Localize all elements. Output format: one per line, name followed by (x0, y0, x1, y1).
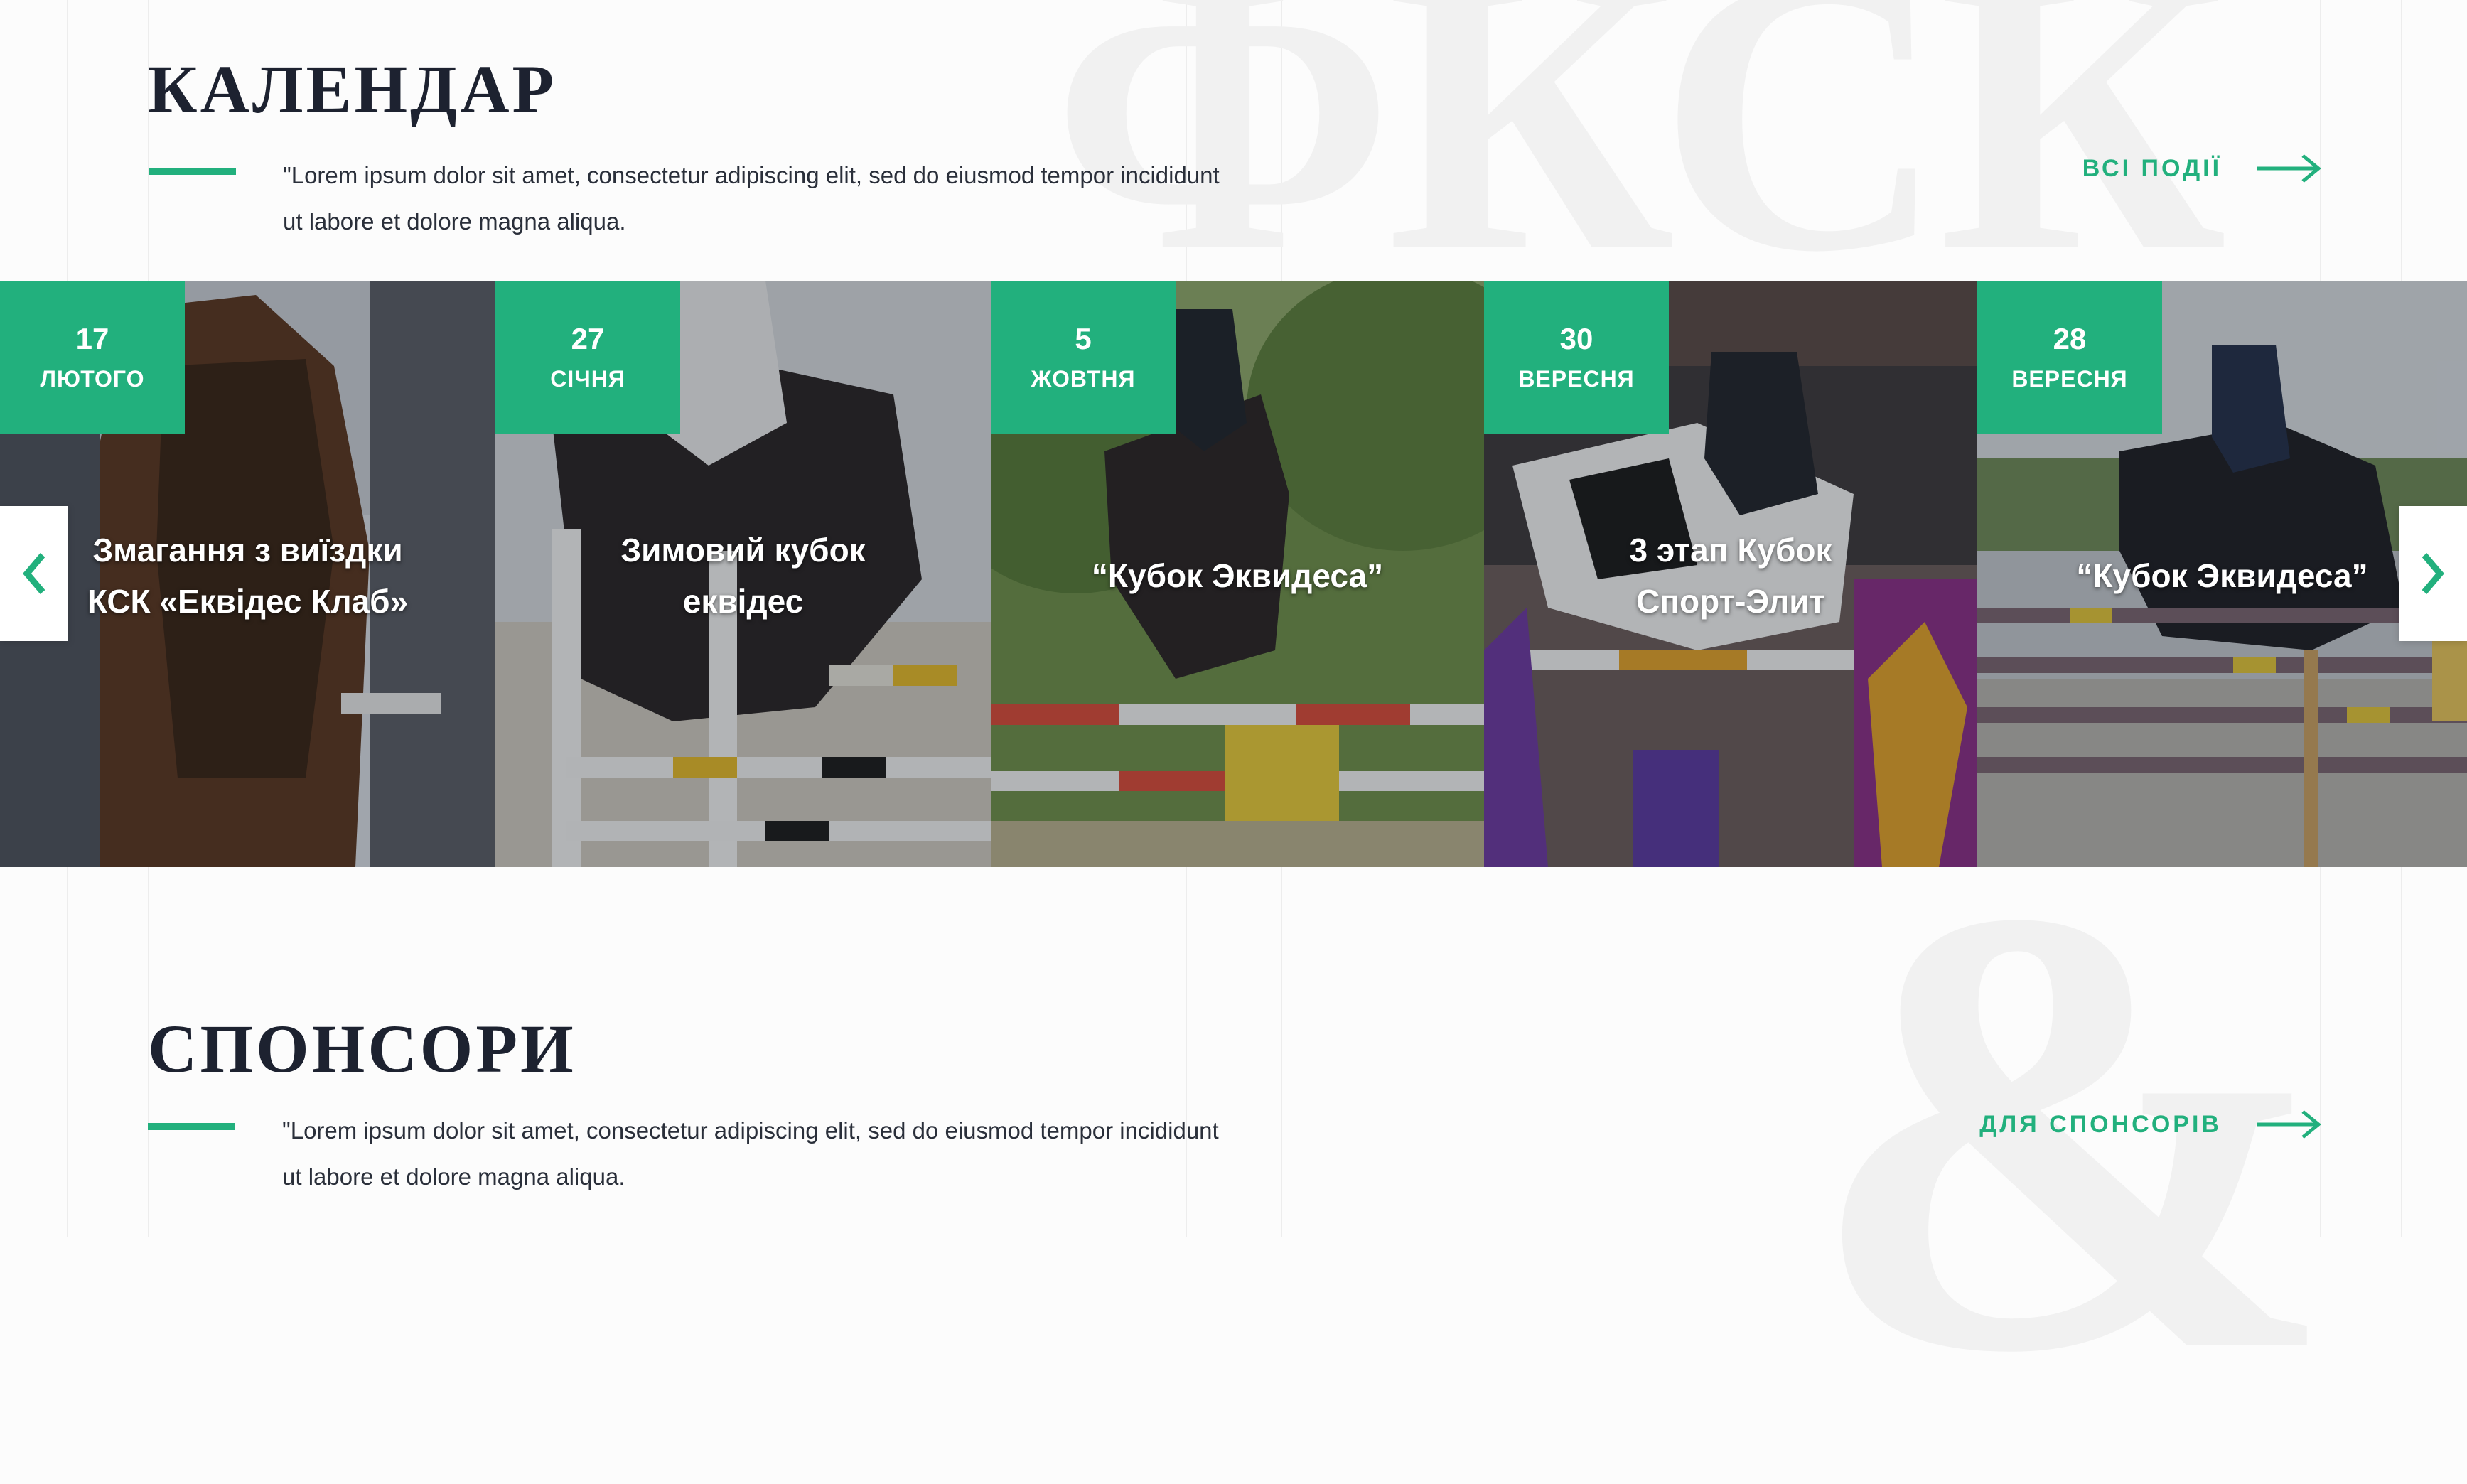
event-day: 5 (1075, 322, 1092, 355)
event-day: 17 (75, 322, 109, 355)
date-badge: 30 ВЕРЕСНЯ (1484, 281, 1669, 434)
event-title-line: КСК «Еквідес Клаб» (87, 583, 409, 620)
calendar-title: КАЛЕНДАР (148, 51, 557, 127)
event-card[interactable]: 5 ЖОВТНЯ “Кубок Эквидеса” (991, 281, 1484, 867)
slider-next-button[interactable] (2399, 506, 2467, 641)
event-month: ЛЮТОГО (40, 366, 145, 392)
event-title-line: “Кубок Эквидеса” (1091, 557, 1384, 594)
event-day: 28 (2053, 322, 2087, 355)
event-day: 27 (571, 322, 605, 355)
event-title-line: Спорт-Элит (1635, 583, 1826, 620)
chevron-left-icon (23, 553, 45, 594)
arrow-right-icon (2257, 1110, 2321, 1139)
calendar-description: "Lorem ipsum dolor sit amet, consectetur… (283, 152, 1278, 244)
event-card[interactable]: 28 ВЕРЕСНЯ “Кубок Эквидеса” (1977, 281, 2467, 867)
sponsors-description-line: ut labore et dolore magna aliqua. (282, 1163, 625, 1190)
event-card[interactable]: 27 СІЧНЯ Зимовий кубок еквідес (495, 281, 991, 867)
event-title-line: еквідес (682, 583, 804, 620)
event-card[interactable]: 17 ЛЮТОГО Змагання з виїздки КСК «Еквіде… (0, 281, 495, 867)
event-title: “Кубок Эквидеса” (2006, 522, 2439, 629)
for-sponsors-link[interactable]: ДЛЯ СПОНСОРІВ (1979, 1109, 2321, 1140)
calendar-accent-line (149, 168, 236, 175)
events-slider: 17 ЛЮТОГО Змагання з виїздки КСК «Еквіде… (0, 281, 2467, 867)
event-title-line: 3 этап Кубок (1629, 532, 1832, 569)
all-events-link[interactable]: ВСІ ПОДІЇ (2082, 153, 2321, 184)
event-title: “Кубок Эквидеса” (1019, 522, 1456, 629)
sponsors-accent-line (148, 1123, 235, 1130)
chevron-right-icon (2422, 553, 2444, 594)
all-events-label: ВСІ ПОДІЇ (2082, 154, 2222, 182)
event-title: 3 этап Кубок Спорт-Элит (1512, 522, 1949, 629)
sponsors-description: "Lorem ipsum dolor sit amet, consectetur… (282, 1107, 1277, 1200)
sponsors-title: СПОНСОРИ (148, 1011, 576, 1087)
date-badge: 27 СІЧНЯ (495, 281, 680, 434)
arrow-right-icon (2257, 154, 2321, 183)
event-card[interactable]: 30 ВЕРЕСНЯ 3 этап Кубок Спорт-Элит (1484, 281, 1977, 867)
event-title-line: Змагання з виїздки (92, 532, 403, 569)
for-sponsors-label: ДЛЯ СПОНСОРІВ (1979, 1110, 2222, 1138)
date-badge: 17 ЛЮТОГО (0, 281, 185, 434)
event-title-line: “Кубок Эквидеса” (2076, 557, 2368, 594)
slider-prev-button[interactable] (0, 506, 68, 641)
event-month: ВЕРЕСНЯ (2011, 366, 2128, 392)
event-day: 30 (1559, 322, 1593, 355)
date-badge: 28 ВЕРЕСНЯ (1977, 281, 2162, 434)
event-month: ВЕРЕСНЯ (1518, 366, 1635, 392)
calendar-description-line: ut labore et dolore magna aliqua. (283, 208, 626, 235)
sponsors-description-line: "Lorem ipsum dolor sit amet, consectetur… (282, 1117, 1219, 1144)
date-badge: 5 ЖОВТНЯ (991, 281, 1176, 434)
event-title-line: Зимовий кубок (620, 532, 866, 569)
event-title: Зимовий кубок еквідес (524, 522, 962, 629)
event-month: СІЧНЯ (550, 366, 625, 392)
event-month: ЖОВТНЯ (1031, 366, 1136, 392)
event-title: Змагання з виїздки КСК «Еквідес Клаб» (28, 522, 467, 629)
calendar-description-line: "Lorem ipsum dolor sit amet, consectetur… (283, 162, 1220, 188)
